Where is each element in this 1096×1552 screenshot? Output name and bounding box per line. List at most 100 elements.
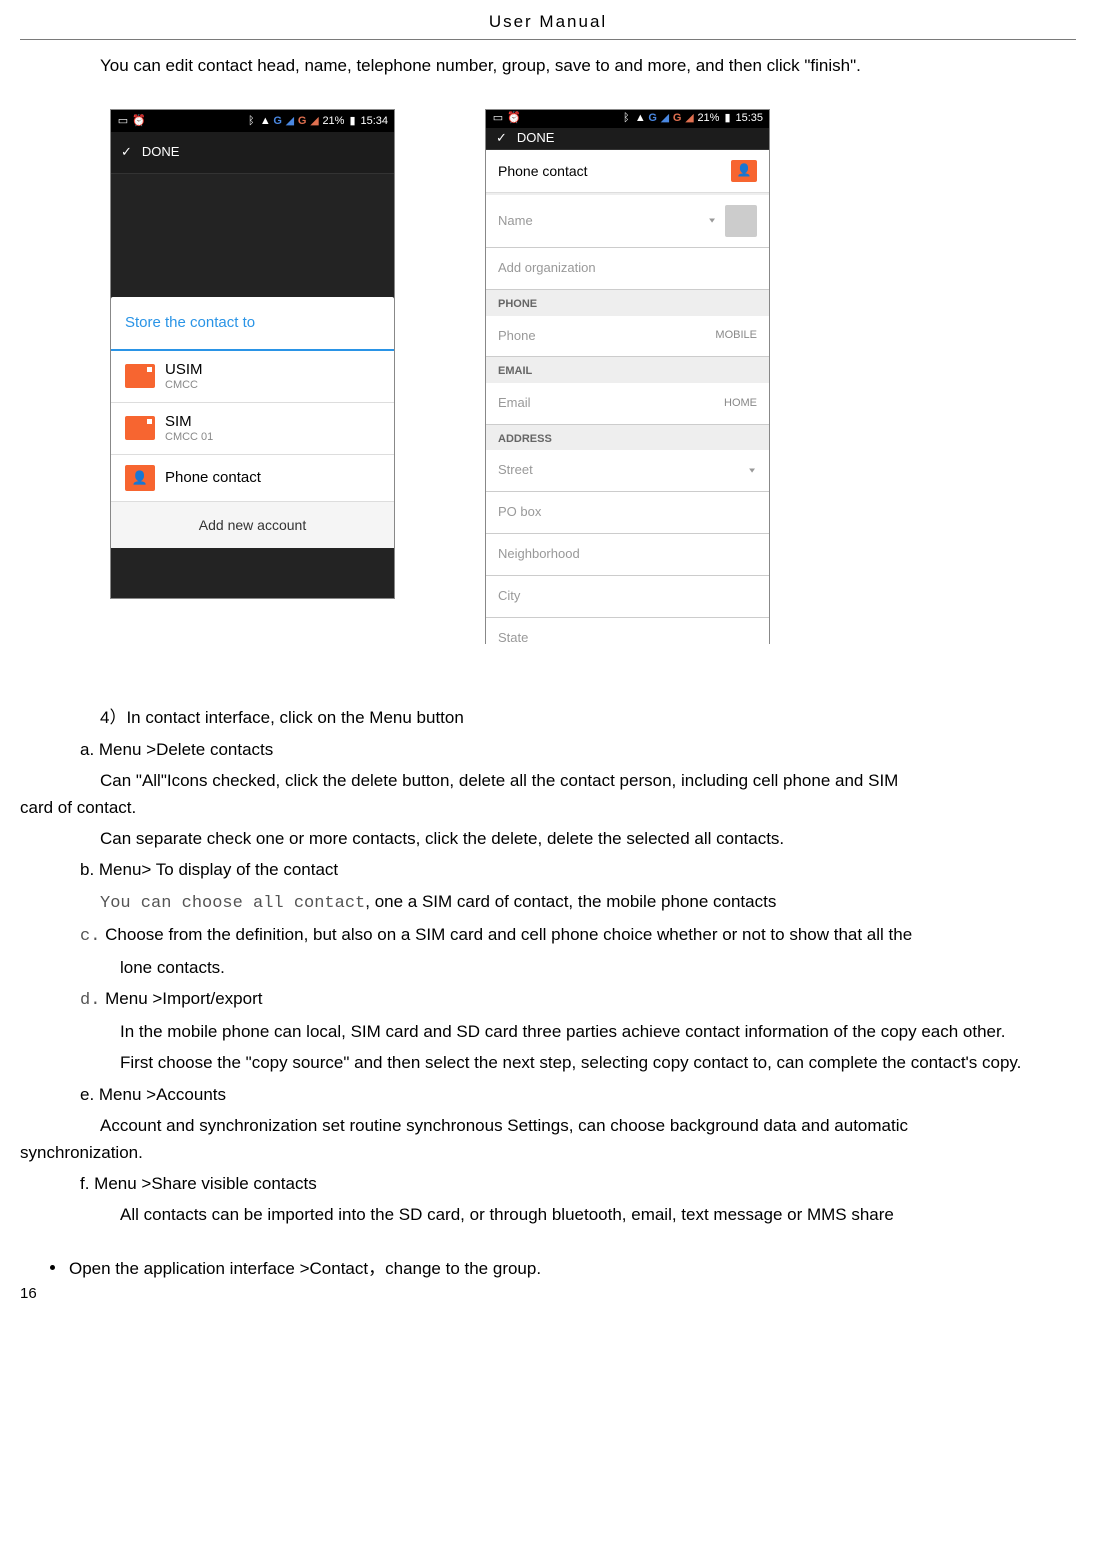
signal-bars-1-icon: ◢ — [284, 115, 296, 127]
contact-icon: 👤 — [125, 465, 155, 491]
state-input[interactable]: State — [498, 628, 528, 649]
phone-contact-label: Phone contact — [165, 469, 261, 487]
signal-g-icon: G — [648, 110, 657, 128]
line-4: 4）In contact interface, click on the Men… — [100, 704, 1036, 731]
battery-percent-2: 21% — [697, 110, 719, 128]
sim-sublabel: CMCC 01 — [165, 431, 213, 444]
phone-contact-row[interactable]: Phone contact 👤 — [486, 150, 769, 193]
item-d-letter: d. — [80, 991, 100, 1010]
section-phone-label: PHONE — [486, 290, 769, 316]
item-a-header: a. Menu >Delete contacts — [80, 736, 1036, 763]
signal-g-icon: G — [273, 113, 282, 131]
add-new-account-button[interactable]: Add new account — [111, 502, 394, 548]
wifi-icon: ▲ — [259, 115, 271, 127]
bullet-item: Open the application interface >Contact，… — [50, 1255, 1036, 1282]
city-input[interactable]: City — [498, 586, 520, 607]
chevron-down-icon[interactable]: ▼ — [707, 216, 717, 227]
battery-icon: ▮ — [721, 113, 733, 125]
notification-icon: ▭ — [492, 113, 504, 125]
notification-icon: ▭ — [117, 115, 129, 127]
item-d-rest: Menu >Import/export — [100, 989, 262, 1008]
item-b-header: b. Menu> To display of the contact — [80, 856, 1036, 883]
street-input[interactable]: Street — [498, 460, 533, 481]
item-a-p2: Can separate check one or more contacts,… — [100, 825, 1036, 852]
dim-overlay-bottom — [111, 548, 394, 598]
bluetooth-icon: ᛒ — [245, 115, 257, 127]
item-c-header: c. Choose from the definition, but also … — [80, 921, 1036, 950]
screenshots-row: ▭ ⏰ ᛒ ▲ G ◢ G ◢ 21% ▮ 15:34 ✓ DONE Store… — [110, 109, 1076, 644]
body-text: 4）In contact interface, click on the Men… — [80, 704, 1036, 1281]
alarm-icon: ⏰ — [508, 113, 520, 125]
dialog-title: Store the contact to — [111, 297, 394, 351]
dialog-item-sim[interactable]: SIM CMCC 01 — [111, 403, 394, 455]
sim-icon — [125, 416, 155, 440]
pobox-input[interactable]: PO box — [498, 502, 541, 523]
item-c-letter: c. — [80, 927, 100, 946]
name-input[interactable]: Name — [498, 211, 699, 232]
dialog-item-usim[interactable]: USIM CMCC — [111, 351, 394, 403]
dialog-item-phone-contact[interactable]: 👤 Phone contact — [111, 455, 394, 502]
signal-bars-2-icon: ◢ — [308, 115, 320, 127]
done-label-2: DONE — [517, 128, 555, 149]
store-contact-dialog: Store the contact to USIM CMCC SIM CMCC … — [111, 297, 394, 549]
section-email-label: EMAIL — [486, 357, 769, 383]
done-bar-2[interactable]: ✓ DONE — [486, 128, 769, 150]
battery-percent-1: 21% — [322, 113, 344, 131]
bullet-text: Open the application interface >Contact，… — [69, 1255, 541, 1282]
phone-screenshot-1: ▭ ⏰ ᛒ ▲ G ◢ G ◢ 21% ▮ 15:34 ✓ DONE Store… — [110, 109, 395, 599]
check-icon: ✓ — [496, 128, 507, 149]
item-c-rest: Choose from the definition, but also on … — [100, 925, 912, 944]
dim-overlay-top — [111, 174, 394, 296]
item-e-header: e. Menu >Accounts — [80, 1081, 1036, 1108]
phone-type-selector[interactable]: MOBILE — [715, 327, 757, 345]
avatar-placeholder[interactable] — [725, 205, 757, 237]
item-d-p1: In the mobile phone can local, SIM card … — [120, 1018, 1036, 1045]
bluetooth-icon: ᛒ — [620, 113, 632, 125]
name-field-row[interactable]: Name ▼ — [486, 195, 769, 248]
page-number: 16 — [20, 1282, 37, 1306]
street-field[interactable]: Street ▼ — [486, 450, 769, 492]
done-label-1: DONE — [142, 142, 180, 163]
chevron-down-icon[interactable]: ▼ — [747, 465, 757, 476]
bullet-dot-icon — [50, 1265, 55, 1270]
done-bar-1[interactable]: ✓ DONE — [111, 132, 394, 174]
sim-icon — [125, 364, 155, 388]
item-a-p1b: card of contact. — [20, 794, 1036, 821]
status-time-1: 15:34 — [360, 113, 388, 131]
header-title: User Manual — [20, 0, 1076, 40]
battery-icon: ▮ — [346, 115, 358, 127]
item-a-p1a: Can "All"Icons checked, click the delete… — [100, 767, 1096, 794]
usim-sublabel: CMCC — [165, 379, 203, 392]
phone-input[interactable]: Phone — [498, 326, 536, 347]
check-icon: ✓ — [121, 142, 132, 163]
add-organization-field[interactable]: Add organization — [486, 248, 769, 290]
item-f-header: f. Menu >Share visible contacts — [80, 1170, 1036, 1197]
item-b-rest: , one a SIM card of contact, the mobile … — [365, 892, 776, 911]
phone-field[interactable]: Phone MOBILE — [486, 316, 769, 358]
phone-contact-label: Phone contact — [498, 160, 588, 182]
item-f-p: All contacts can be imported into the SD… — [120, 1201, 1036, 1228]
item-e-p-pre: Account and synchronization set routine … — [100, 1112, 1096, 1139]
item-b-mono: You can choose all contact — [100, 894, 365, 913]
state-field[interactable]: State — [486, 618, 769, 659]
email-field[interactable]: Email HOME — [486, 383, 769, 425]
item-b-body: You can choose all contact, one a SIM ca… — [100, 888, 1036, 917]
item-e-p-tail: synchronization. — [20, 1139, 1036, 1166]
section-address-label: ADDRESS — [486, 425, 769, 451]
sim-label: SIM — [165, 413, 213, 431]
status-time-2: 15:35 — [735, 110, 763, 128]
neighborhood-input[interactable]: Neighborhood — [498, 544, 580, 565]
phone-screenshot-2: ▭ ⏰ ᛒ ▲ G ◢ G ◢ 21% ▮ 15:35 ✓ DONE Phone… — [485, 109, 770, 644]
status-bar-2: ▭ ⏰ ᛒ ▲ G ◢ G ◢ 21% ▮ 15:35 — [486, 110, 769, 128]
pobox-field[interactable]: PO box — [486, 492, 769, 534]
signal-bars-2-icon: ◢ — [683, 113, 695, 125]
city-field[interactable]: City — [486, 576, 769, 618]
signal-bars-1-icon: ◢ — [659, 113, 671, 125]
item-c-tail: lone contacts. — [120, 954, 1036, 981]
wifi-icon: ▲ — [634, 113, 646, 125]
email-input[interactable]: Email — [498, 393, 531, 414]
alarm-icon: ⏰ — [133, 115, 145, 127]
contact-icon: 👤 — [731, 160, 757, 182]
email-type-selector[interactable]: HOME — [724, 395, 757, 413]
neighborhood-field[interactable]: Neighborhood — [486, 534, 769, 576]
